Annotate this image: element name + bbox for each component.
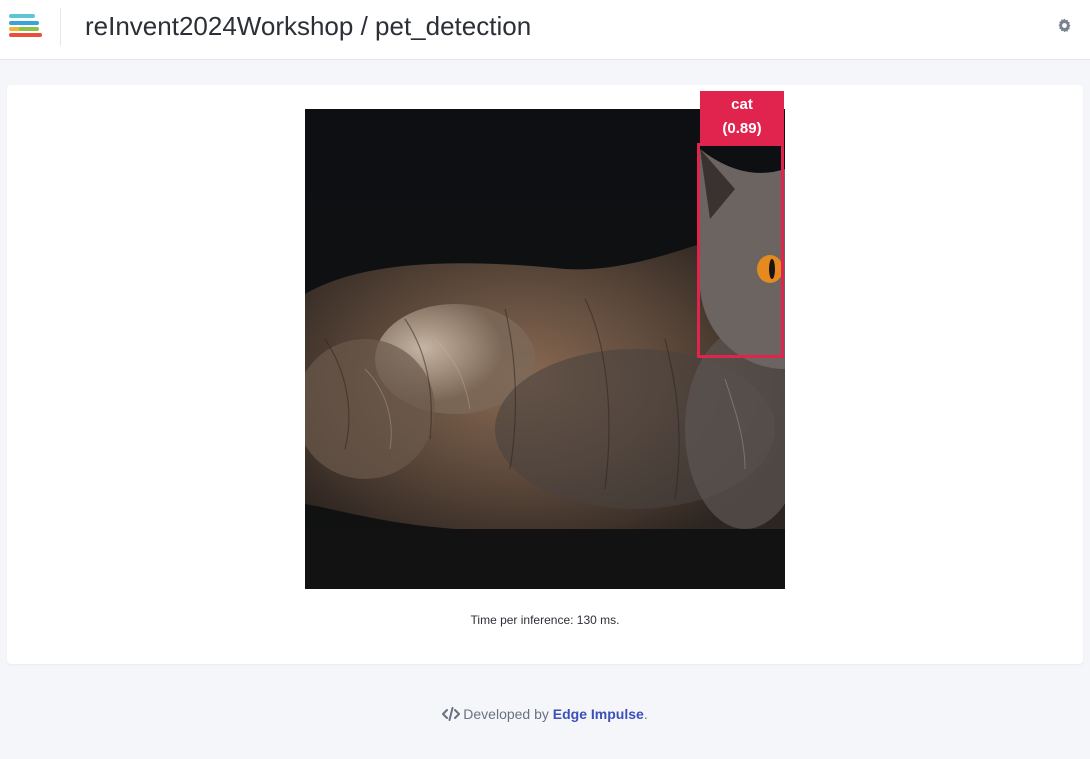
top-bar: reInvent2024Workshop / pet_detection [0, 0, 1090, 60]
page-title: reInvent2024Workshop / pet_detection [85, 11, 532, 41]
code-icon [442, 707, 461, 721]
header-divider [60, 8, 61, 46]
edge-impulse-link[interactable]: Edge Impulse [553, 706, 644, 722]
footer: Developed by Edge Impulse. [0, 706, 1090, 722]
footer-suffix: . [643, 706, 648, 722]
detection-label: cat (0.89) [700, 91, 784, 143]
gear-icon[interactable] [1057, 18, 1072, 33]
inference-time: Time per inference: 130 ms. [470, 613, 620, 627]
detection-class: cat [731, 96, 753, 113]
inference-card: cat (0.89) Time per inference: 130 ms. [7, 85, 1083, 664]
detection-score: (0.89) [722, 120, 762, 137]
detection-bounding-box [697, 143, 784, 358]
footer-prefix: Developed by [463, 706, 553, 722]
edge-impulse-logo-icon[interactable] [9, 14, 43, 38]
